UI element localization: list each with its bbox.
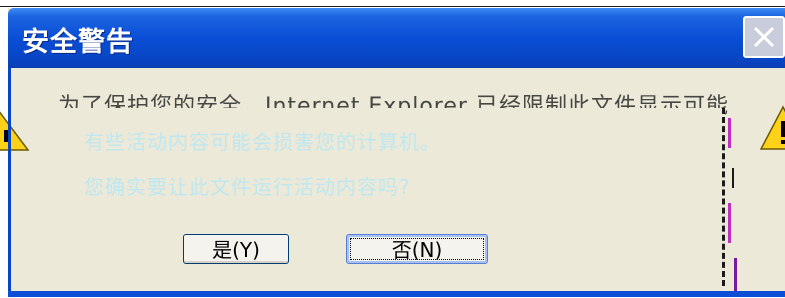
- close-button[interactable]: [743, 16, 785, 58]
- no-button[interactable]: 否(N): [346, 234, 488, 264]
- yes-button[interactable]: 是(Y): [183, 234, 289, 264]
- security-warning-dialog: 安全警告 为了保护您的安全，Internet Explorer 已经限制此文件显…: [0, 8, 785, 297]
- window-border-bottom: [8, 291, 785, 297]
- message-line-2: 有些活动内容可能会损害您的计算机。: [84, 130, 441, 154]
- top-rule: [0, 0, 785, 7]
- title-bar[interactable]: 安全警告: [8, 8, 785, 68]
- dialog-title: 安全警告: [22, 27, 134, 58]
- close-icon: [753, 26, 775, 48]
- window-border-left: [8, 68, 11, 297]
- warning-icon: [759, 105, 785, 150]
- question-text: 您确实要让此文件运行活动内容吗?: [84, 175, 411, 199]
- render-artifact: [728, 118, 737, 293]
